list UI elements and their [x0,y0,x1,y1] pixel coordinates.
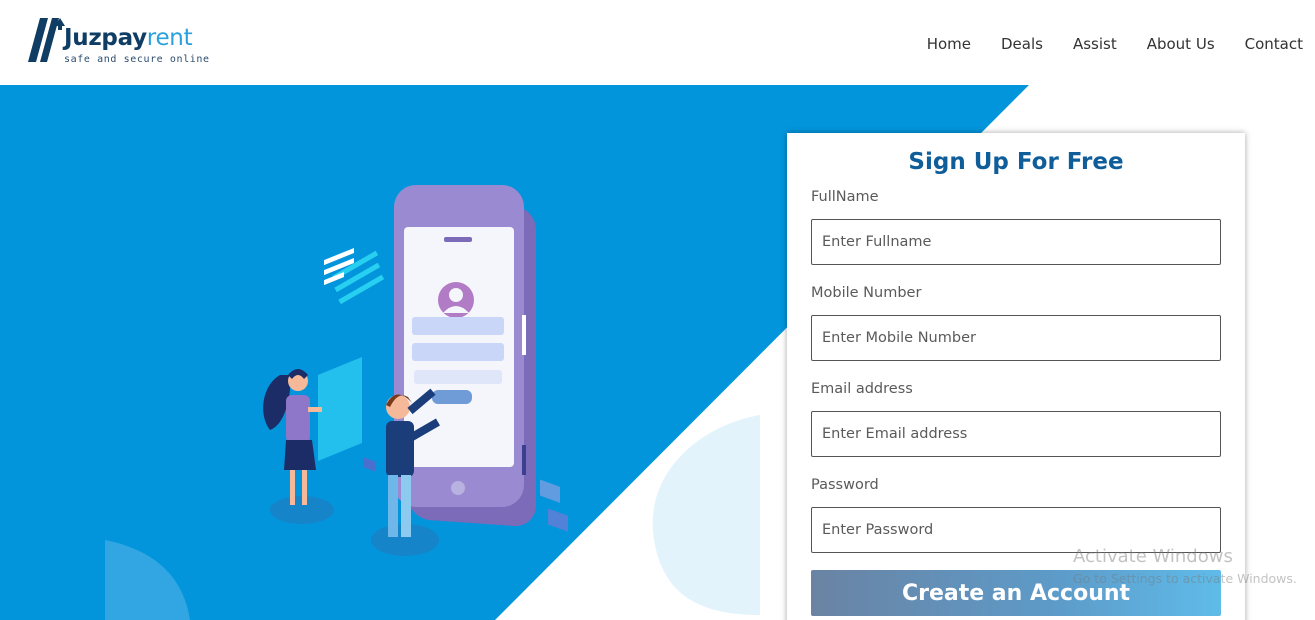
main-nav: Home Deals Assist About Us Contact [897,34,1303,54]
brand-logo[interactable]: Juzpayrent safe and secure online [28,16,218,68]
nav-item-assist[interactable]: Assist [1073,34,1117,54]
fullname-label: FullName [811,189,879,205]
signup-form-card: Sign Up For Free FullName Mobile Number … [787,133,1245,620]
mobile-number-label: Mobile Number [811,285,922,301]
logo-mark-icon [28,18,65,62]
nav-item-about-us[interactable]: About Us [1147,34,1215,54]
email-address-input[interactable] [811,411,1221,457]
brand-name-part2: rent [146,25,193,51]
password-input[interactable] [811,507,1221,553]
page: Juzpayrent safe and secure online Home D… [0,0,1315,620]
signup-title: Sign Up For Free [908,149,1124,175]
brand-name-part1: Juzpay [64,25,147,51]
brand-name: Juzpayrent [64,24,193,52]
fullname-input[interactable] [811,219,1221,265]
nav-item-home[interactable]: Home [927,34,971,54]
nav-item-deals[interactable]: Deals [1001,34,1043,54]
password-label: Password [811,477,879,493]
nav-item-contact[interactable]: Contact [1245,34,1303,54]
brand-tagline: safe and secure online [64,54,210,65]
mobile-number-input[interactable] [811,315,1221,361]
create-account-button[interactable]: Create an Account [811,570,1221,616]
site-header: Juzpayrent safe and secure online Home D… [0,0,1315,85]
phone-icon [394,185,536,526]
email-address-label: Email address [811,381,913,397]
